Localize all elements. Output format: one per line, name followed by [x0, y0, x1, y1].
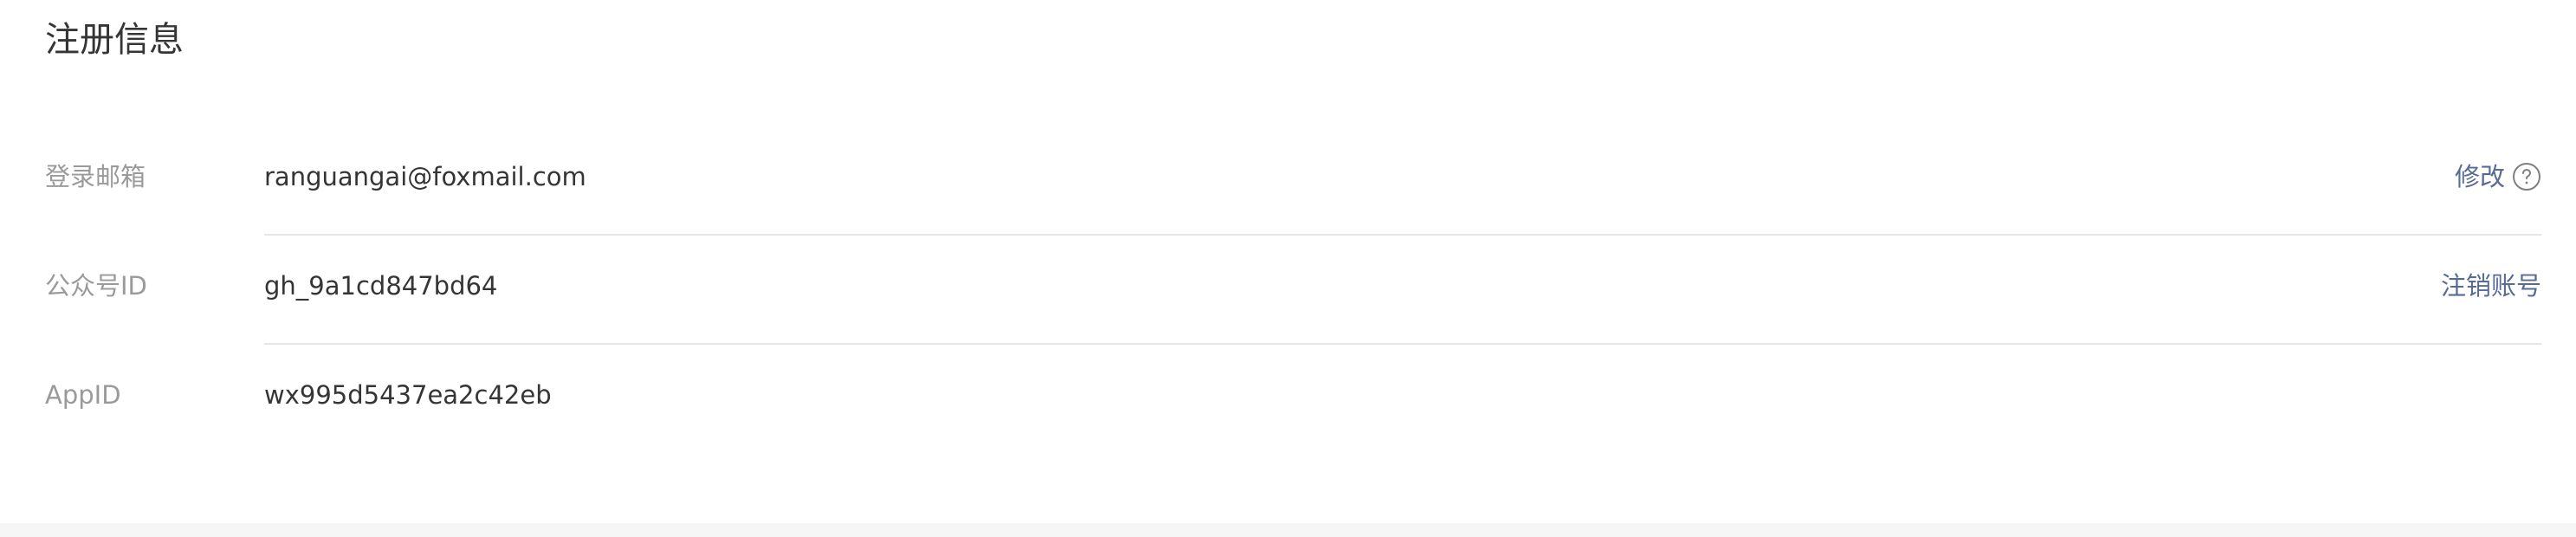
modify-email-button[interactable]: 修改 [2455, 158, 2541, 196]
official-account-id-value: gh_9a1cd847bd64 [264, 271, 498, 301]
login-email-row: 登录邮箱 ranguangai@foxmail.com 修改 [45, 126, 2541, 236]
registration-info-table: 登录邮箱 ranguangai@foxmail.com 修改 公众号ID gh_… [45, 126, 2541, 454]
section-title: 注册信息 [45, 20, 184, 60]
modify-email-label: 修改 [2454, 162, 2505, 191]
help-circle-icon[interactable] [2512, 162, 2541, 191]
login-email-value: ranguangai@foxmail.com [264, 162, 586, 191]
cancel-account-link[interactable]: 注销账号 [2441, 267, 2541, 305]
appid-label: AppID [45, 380, 121, 410]
official-account-id-row: 公众号ID gh_9a1cd847bd64 注销账号 [45, 236, 2541, 345]
appid-value: wx995d5437ea2c42eb [264, 380, 552, 410]
registration-info-page: 注册信息 登录邮箱 ranguangai@foxmail.com 修改 公众号I… [0, 0, 2576, 537]
appid-row: AppID wx995d5437ea2c42eb [45, 345, 2541, 454]
official-account-id-label: 公众号ID [45, 271, 147, 301]
login-email-label: 登录邮箱 [45, 162, 146, 191]
bottom-band [0, 523, 2576, 537]
